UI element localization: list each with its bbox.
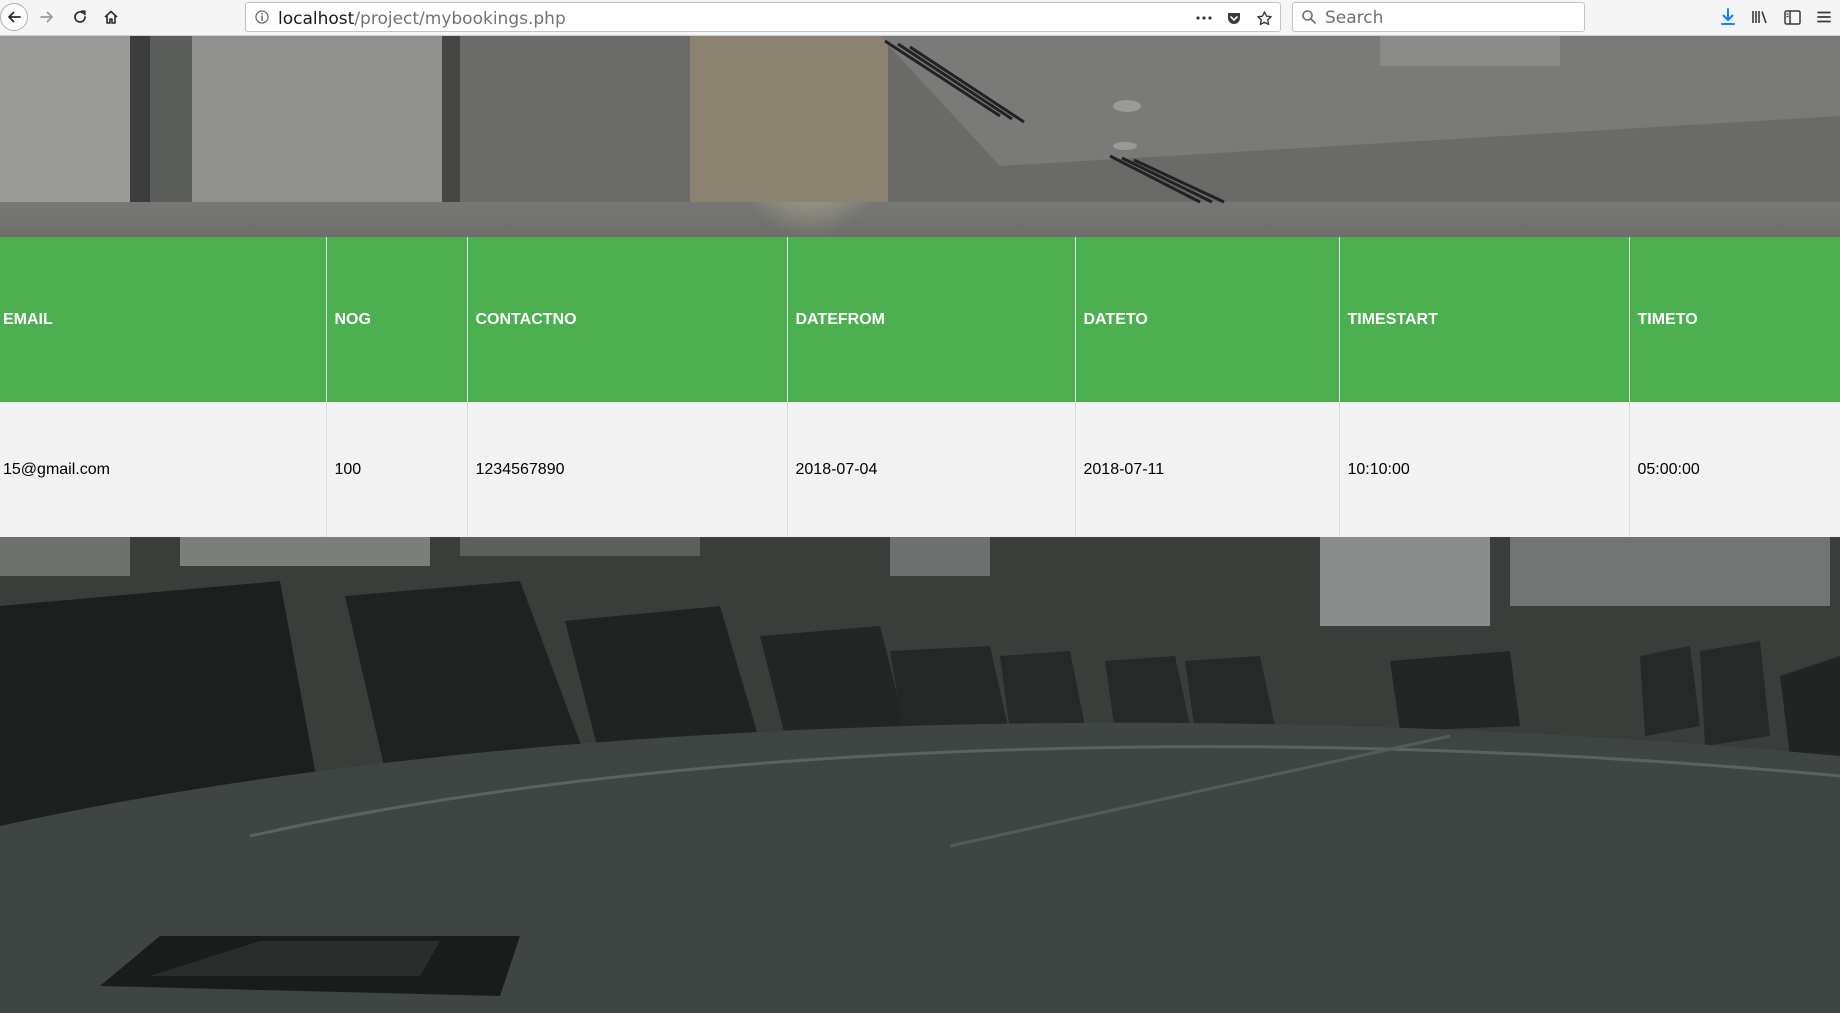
column-header-dateto: DATETO (1075, 237, 1340, 402)
url-bar[interactable]: localhost/project/mybookings.php (245, 2, 1281, 32)
cell-timeto: 05:00:00 (1629, 402, 1840, 537)
search-bar[interactable] (1292, 2, 1585, 32)
url-text: localhost/project/mybookings.php (278, 9, 566, 29)
download-icon (1721, 8, 1735, 25)
hamburger-icon (1817, 11, 1831, 23)
cell-nog: 100 (326, 402, 468, 537)
column-header-timestart: TIMESTART (1339, 237, 1630, 402)
url-path: /project/mybookings.php (354, 9, 566, 29)
downloads-button[interactable] (1712, 3, 1744, 31)
library-button[interactable] (1744, 3, 1776, 31)
info-icon[interactable] (254, 9, 270, 30)
back-button[interactable] (0, 3, 28, 31)
sidebar-icon (1783, 9, 1801, 25)
cell-timestart: 10:10:00 (1339, 402, 1630, 537)
star-icon (1256, 10, 1272, 25)
page-content: EMAIL NOG CONTACTNO DATEFROM DATETO TIME… (0, 36, 1840, 1013)
pocket-button[interactable] (1224, 8, 1244, 28)
menu-button[interactable] (1808, 3, 1840, 31)
sidebar-button[interactable] (1776, 3, 1808, 31)
cell-email: 15@gmail.com (0, 402, 327, 537)
column-header-contactno: CONTACTNO (467, 237, 788, 402)
search-input[interactable] (1323, 6, 1577, 30)
library-icon (1752, 11, 1767, 24)
home-icon (104, 10, 118, 24)
more-dots-icon (1196, 16, 1212, 20)
search-icon (1301, 9, 1317, 30)
url-actions (1194, 8, 1274, 28)
url-host: localhost (278, 9, 355, 29)
forward-button[interactable] (33, 3, 61, 31)
column-header-nog: NOG (326, 237, 468, 402)
cell-dateto: 2018-07-11 (1075, 402, 1340, 537)
bookmark-button[interactable] (1254, 8, 1274, 28)
column-header-timeto: TIMETO (1629, 237, 1840, 402)
bookings-table: EMAIL NOG CONTACTNO DATEFROM DATETO TIME… (0, 237, 1840, 537)
table-row: 15@gmail.com 100 1234567890 2018-07-04 2… (0, 402, 1840, 537)
column-header-datefrom: DATEFROM (787, 237, 1076, 402)
arrow-right-icon (40, 11, 53, 23)
browser-toolbar: localhost/project/mybookings.php (0, 0, 1840, 36)
cell-datefrom: 2018-07-04 (787, 402, 1076, 537)
arrow-left-icon (8, 11, 21, 23)
page-actions-button[interactable] (1194, 8, 1214, 28)
column-header-email: EMAIL (0, 237, 327, 402)
toolbar-right (1712, 3, 1840, 31)
reload-icon (74, 10, 86, 23)
home-button[interactable] (97, 3, 125, 31)
cell-contactno: 1234567890 (467, 402, 788, 537)
table-header-row: EMAIL NOG CONTACTNO DATEFROM DATETO TIME… (0, 237, 1840, 402)
pocket-icon (1228, 13, 1240, 24)
reload-button[interactable] (66, 3, 94, 31)
